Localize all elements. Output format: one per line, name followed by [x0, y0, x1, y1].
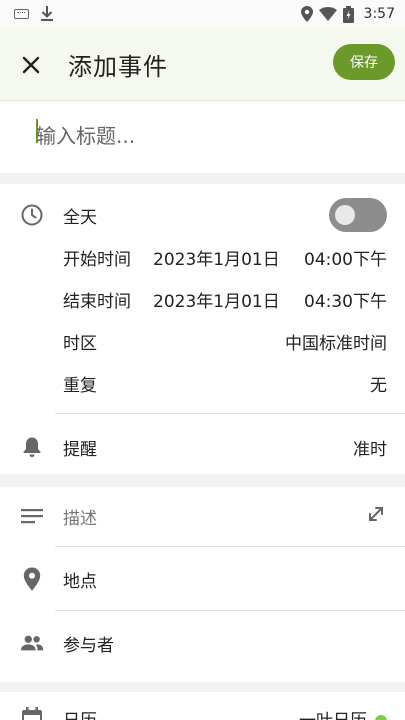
end-time-row: 结束时间 2023年1月01日 04:30下午: [0, 278, 405, 320]
end-time-label: 结束时间: [63, 291, 131, 312]
divider: [55, 546, 405, 547]
page-title: 添加事件: [68, 53, 168, 81]
participants-label: 参与者: [63, 635, 114, 656]
details-card: 描述 地点 参与者: [0, 487, 405, 682]
timezone-label: 时区: [63, 333, 97, 354]
event-title-input[interactable]: [36, 121, 376, 151]
people-icon: [20, 631, 44, 655]
start-time-row: 开始时间 2023年1月01日 04:00下午: [0, 236, 405, 278]
notes-icon: [20, 504, 44, 528]
calendar-row[interactable]: 日历 一叶日历: [0, 697, 405, 720]
keyboard-icon: [14, 9, 29, 19]
calendar-name: 一叶日历: [299, 711, 367, 720]
close-icon: [22, 56, 40, 74]
all-day-row[interactable]: 全天: [0, 194, 405, 236]
all-day-toggle[interactable]: [329, 198, 387, 232]
repeat-row[interactable]: 重复 无: [0, 362, 405, 404]
time-settings-card: 全天 开始时间 2023年1月01日 04:00下午 结束时间 2023年1月0…: [0, 184, 405, 474]
participants-row[interactable]: 参与者: [0, 622, 405, 664]
start-time-label: 开始时间: [63, 249, 131, 270]
status-bar: 3:57: [0, 0, 405, 28]
reminder-value: 准时: [353, 439, 387, 460]
status-time: 3:57: [363, 6, 395, 22]
bell-icon: [20, 435, 44, 459]
calendar-icon: [20, 706, 44, 720]
location-row[interactable]: 地点: [0, 558, 405, 600]
reminder-label: 提醒: [63, 439, 97, 460]
app-bar: 添加事件 保存: [0, 28, 405, 100]
end-date-value[interactable]: 2023年1月01日: [153, 287, 280, 312]
divider: [55, 610, 405, 611]
start-date-value[interactable]: 2023年1月01日: [153, 245, 280, 270]
all-day-label: 全天: [63, 207, 97, 228]
timezone-row[interactable]: 时区 中国标准时间: [0, 320, 405, 362]
expand-icon[interactable]: [367, 505, 385, 528]
calendar-card: 日历 一叶日历: [0, 692, 405, 720]
calendar-label: 日历: [63, 706, 97, 720]
wifi-icon: [318, 7, 337, 21]
clock-icon: [20, 203, 44, 227]
download-icon: [41, 6, 53, 21]
status-right: 3:57: [300, 4, 395, 24]
timezone-value: 中国标准时间: [285, 333, 387, 354]
reminder-row[interactable]: 提醒 准时: [0, 426, 405, 468]
end-time-value[interactable]: 04:30下午: [304, 287, 387, 312]
repeat-value: 无: [370, 375, 387, 396]
repeat-label: 重复: [63, 375, 97, 396]
location-icon: [300, 6, 313, 22]
divider: [55, 413, 405, 414]
title-card: [0, 100, 405, 173]
location-pin-icon: [20, 567, 44, 591]
close-button[interactable]: [16, 50, 46, 80]
start-time-value[interactable]: 04:00下午: [304, 245, 387, 270]
location-label: 地点: [63, 571, 97, 592]
toggle-knob: [335, 205, 355, 225]
battery-icon: [342, 5, 354, 23]
calendar-value: 一叶日历: [299, 706, 387, 720]
description-input[interactable]: 描述: [63, 504, 97, 529]
calendar-color-dot: [375, 714, 387, 720]
description-row[interactable]: 描述: [0, 495, 405, 537]
save-button[interactable]: 保存: [333, 44, 395, 80]
